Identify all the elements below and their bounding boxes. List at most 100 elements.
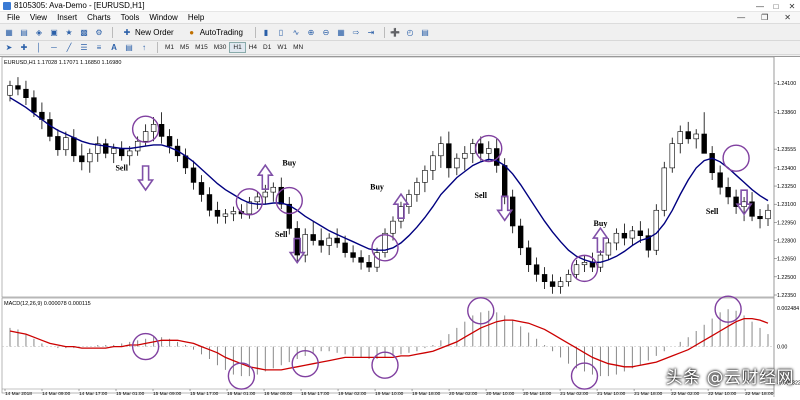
candle-body (414, 182, 420, 195)
auto-scroll-icon[interactable]: ⇨ (350, 27, 362, 38)
candle-body (326, 237, 332, 246)
menu-file[interactable]: File (2, 13, 25, 22)
templates-icon[interactable]: ▤ (419, 27, 431, 38)
text-label-icon[interactable]: ▤ (123, 42, 135, 53)
buy-label: Buy (370, 183, 384, 192)
line-chart-icon[interactable]: ∿ (290, 27, 302, 38)
macd-panel-frame (1, 297, 775, 394)
zoom-out-icon[interactable]: ⊖ (320, 27, 332, 38)
x-tick-label: 22 Mar 02:00 (671, 391, 700, 397)
chart-shift-icon[interactable]: ⇥ (365, 27, 377, 38)
x-tick-label: 20 Mar 02:00 (449, 391, 478, 397)
menu-bar: File View Insert Charts Tools Window Hel… (0, 12, 800, 24)
timeframe-mn[interactable]: MN (290, 42, 306, 53)
candle-body (709, 153, 715, 174)
candle-body (47, 119, 53, 137)
x-tick-label: 15 Mar 17:00 (190, 391, 219, 397)
candle-body (310, 234, 316, 241)
market-watch-icon[interactable]: ◈ (33, 27, 45, 38)
candle-body (541, 274, 548, 282)
candle-body (23, 88, 29, 98)
chart-close-icon[interactable]: ✕ (779, 12, 796, 24)
new-order-button[interactable]: ✚ New Order (117, 26, 178, 39)
candle-body (262, 191, 269, 198)
timeframe-w1[interactable]: W1 (274, 42, 290, 53)
candle-body (190, 167, 197, 183)
tile-windows-icon[interactable]: ▦ (335, 27, 347, 38)
autotrading-icon: ● (189, 27, 195, 37)
y-tick-label: 1.22500 (777, 275, 796, 281)
candle-body (533, 264, 540, 275)
crosshair-icon[interactable]: ✚ (18, 42, 30, 53)
periods-icon[interactable]: ◴ (404, 27, 416, 38)
timeframe-m15[interactable]: M15 (192, 42, 211, 53)
timeframe-m5[interactable]: M5 (177, 42, 192, 53)
x-tick-label: 16 Mar 09:00 (264, 391, 293, 397)
trendline-icon[interactable]: ╱ (63, 42, 75, 53)
text-tool-icon[interactable]: A (108, 42, 120, 53)
timeframe-d1[interactable]: D1 (260, 42, 274, 53)
candle-body (454, 157, 460, 169)
menu-help[interactable]: Help (183, 13, 209, 22)
menu-tools[interactable]: Tools (116, 13, 145, 22)
app-icon (3, 1, 11, 10)
autotrading-button[interactable]: ● AutoTrading (182, 26, 247, 39)
tester-icon[interactable]: ⚙ (93, 27, 105, 38)
candle-body (390, 220, 396, 234)
buy-arrow-icon (591, 226, 609, 253)
arrows-tool-icon[interactable]: ↑ (138, 42, 150, 53)
candlestick-icon[interactable]: ▯ (275, 27, 287, 38)
menu-view[interactable]: View (25, 13, 52, 22)
terminal-icon[interactable]: ▩ (78, 27, 90, 38)
timeframe-m30[interactable]: M30 (211, 42, 230, 53)
candle-body (286, 203, 292, 229)
x-tick-label: 16 Mar 17:00 (301, 391, 330, 397)
timeframe-h4[interactable]: H4 (246, 42, 260, 53)
y-tick-label: 1.23250 (777, 184, 796, 190)
chart-window[interactable]: EURUSD,H1 1.17028 1.17071 1.16850 1.1698… (0, 56, 800, 400)
candle-body (126, 150, 133, 157)
candle-body (318, 240, 324, 246)
data-window-icon[interactable]: ▣ (48, 27, 60, 38)
chart-restore-icon[interactable]: ❐ (756, 12, 773, 24)
menu-insert[interactable]: Insert (52, 13, 82, 22)
cursor-icon[interactable]: ➤ (3, 42, 15, 53)
sell-label: Sell (706, 207, 719, 216)
bar-chart-icon[interactable]: ▮ (260, 27, 272, 38)
new-chart-icon[interactable]: ▦ (3, 27, 15, 38)
menu-window[interactable]: Window (144, 13, 182, 22)
chart-window-controls: — ❐ ✕ (732, 12, 796, 24)
minimize-icon[interactable]: — (752, 0, 768, 12)
autotrading-label: AutoTrading (199, 27, 243, 37)
sell-arrow-icon (137, 165, 155, 192)
candle-body (222, 213, 229, 217)
menu-charts[interactable]: Charts (82, 13, 116, 22)
terminal-window: 8105305: Ava-Demo - [EURUSD,H1] — □ ✕ Fi… (0, 0, 800, 400)
profiles-icon[interactable]: ▤ (18, 27, 30, 38)
candle-body (525, 247, 532, 266)
candle-body (565, 274, 572, 282)
navigator-icon[interactable]: ★ (63, 27, 75, 38)
horizontal-line-icon[interactable]: ─ (48, 42, 60, 53)
candle-body (446, 143, 452, 169)
window-controls: — □ ✕ (752, 0, 800, 12)
channel-icon[interactable]: ☰ (78, 42, 90, 53)
fibonacci-icon[interactable]: ≡ (93, 42, 105, 53)
chart-minimize-icon[interactable]: — (732, 12, 750, 24)
new-order-label: New Order (135, 27, 174, 37)
vertical-line-icon[interactable]: │ (33, 42, 45, 53)
maximize-icon[interactable]: □ (768, 0, 784, 12)
timeframe-h1[interactable]: H1 (229, 42, 246, 53)
zoom-in-icon[interactable]: ⊕ (305, 27, 317, 38)
timeframe-m1[interactable]: M1 (162, 42, 177, 53)
indicators-icon[interactable]: ➕ (389, 27, 401, 38)
candle-body (103, 143, 109, 154)
x-tick-label: 22 Mar 18:00 (745, 391, 774, 397)
price-chart[interactable]: EURUSD,H1 1.17028 1.17071 1.16850 1.1698… (0, 57, 800, 400)
y-tick-label: 1.23100 (777, 202, 796, 208)
candle-body (470, 143, 476, 154)
close-icon[interactable]: ✕ (784, 0, 800, 12)
candle-body (158, 124, 165, 137)
candle-body (150, 124, 157, 132)
candle-body (478, 143, 484, 154)
